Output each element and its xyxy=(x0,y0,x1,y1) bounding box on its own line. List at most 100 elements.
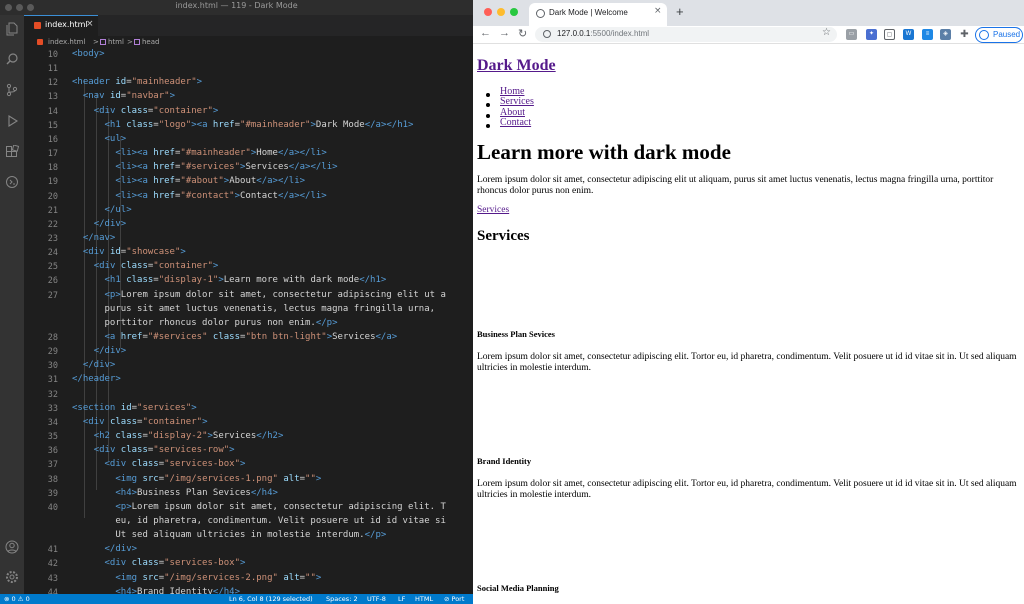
avatar xyxy=(979,30,989,40)
code-line[interactable]: <li><a href="#contact">Contact</a></li> xyxy=(72,191,326,201)
new-tab-button[interactable]: + xyxy=(676,4,684,19)
code-line[interactable]: <nav id="navbar"> xyxy=(72,91,175,101)
code-line[interactable]: eu, id pharetra, condimentum. Velit posu… xyxy=(72,516,446,526)
services-link-button[interactable]: Services xyxy=(477,205,509,215)
code-line[interactable]: <body> xyxy=(72,49,105,59)
code-line[interactable]: </header> xyxy=(72,374,121,384)
problems-indicator[interactable]: ⊗ 0 ⚠ 0 xyxy=(4,595,30,603)
code-line[interactable]: <div class="container"> xyxy=(72,106,219,116)
line-number: 10 xyxy=(47,50,58,60)
address-bar[interactable]: 127.0.0.1:5500/index.html ☆ xyxy=(535,27,837,42)
browser-zoom-button[interactable] xyxy=(510,8,518,16)
extension-capture-icon[interactable]: ▢ xyxy=(884,29,895,40)
editor-tab-bar: index.html × xyxy=(24,15,473,36)
extensions-icon[interactable] xyxy=(5,145,19,159)
line-number: 20 xyxy=(47,191,58,202)
line-number: 19 xyxy=(47,177,58,188)
breadcrumb-item-html[interactable]: html xyxy=(108,38,124,46)
run-debug-icon[interactable] xyxy=(5,114,19,128)
search-icon[interactable] xyxy=(5,52,19,66)
extension-word-icon[interactable]: W xyxy=(903,29,914,40)
indentation-setting[interactable]: Spaces: 2 xyxy=(326,595,358,603)
code-line[interactable]: <img src="/img/services-1.png" alt=""> xyxy=(72,474,321,484)
code-area[interactable]: 10 <body> 11 12 <header id="mainheader"> 13 <… xyxy=(24,49,473,594)
code-line[interactable]: <ul> xyxy=(72,134,127,144)
code-line[interactable]: <h4>Business Plan Sevices</h4> xyxy=(72,488,278,498)
tab-close-icon[interactable]: × xyxy=(654,6,662,16)
site-logo-link[interactable]: Dark Mode xyxy=(477,57,556,75)
settings-gear-icon[interactable] xyxy=(5,570,19,584)
code-line[interactable]: </div> xyxy=(72,219,127,229)
extension-translate-icon[interactable]: ✦ xyxy=(866,29,877,40)
browser-tab-active[interactable]: Dark Mode | Welcome × xyxy=(529,3,667,26)
nav-link-contact[interactable]: Contact xyxy=(500,117,531,128)
code-line[interactable]: <h2 class="display-2">Services</h2> xyxy=(72,431,284,441)
source-control-icon[interactable] xyxy=(5,83,19,97)
browser-minimize-button[interactable] xyxy=(497,8,505,16)
browser-close-button[interactable] xyxy=(484,8,492,16)
code-line[interactable]: <div id="showcase"> xyxy=(72,247,186,257)
forward-arrow-icon[interactable]: → xyxy=(499,27,510,39)
code-line[interactable]: <h1 class="logo"><a href="#mainheader">D… xyxy=(72,120,414,130)
services-heading: Services xyxy=(477,228,530,244)
code-line[interactable]: </ul> xyxy=(72,205,132,215)
element-icon xyxy=(100,39,106,45)
code-line[interactable]: </nav> xyxy=(72,233,116,243)
reload-icon[interactable]: ↻ xyxy=(518,27,527,40)
tab-index-html[interactable]: index.html × xyxy=(24,15,98,36)
cursor-position[interactable]: Ln 6, Col 8 (129 selected) xyxy=(229,595,313,603)
code-line[interactable]: <h4>Brand Identity</h4> xyxy=(72,587,240,594)
service-title: Social Media Planning xyxy=(477,583,559,593)
code-line[interactable]: </div> xyxy=(72,346,127,356)
language-mode[interactable]: HTML xyxy=(415,595,433,603)
code-line[interactable]: </div> xyxy=(72,544,138,554)
back-arrow-icon[interactable]: ← xyxy=(480,27,491,39)
code-line[interactable]: <li><a href="#services">Services</a></li… xyxy=(72,162,337,172)
breadcrumb-separator: > xyxy=(127,38,133,46)
code-line[interactable]: <div class="container"> xyxy=(72,417,208,427)
extension-edit-icon[interactable]: ≡ xyxy=(922,29,933,40)
eol-setting[interactable]: LF xyxy=(398,595,405,603)
code-line[interactable]: <div class="services-box"> xyxy=(72,459,246,469)
code-line[interactable]: <li><a href="#about">About</a></li> xyxy=(72,176,305,186)
profile-paused-button[interactable]: Paused xyxy=(975,27,1023,43)
code-line[interactable]: <div class="services-box"> xyxy=(72,558,246,568)
browser-tab-strip: Dark Mode | Welcome × + xyxy=(473,0,1024,26)
html-file-icon xyxy=(37,39,43,45)
code-line[interactable]: <section id="services"> xyxy=(72,403,197,413)
code-line[interactable]: <p>Lorem ipsum dolor sit amet, consectet… xyxy=(72,290,446,300)
browser-window: Dark Mode | Welcome × + ← → ↻ 127.0.0.1:… xyxy=(473,0,1024,604)
live-server-port[interactable]: ⊘ Port xyxy=(444,595,464,603)
code-line[interactable]: </div> xyxy=(72,360,116,370)
browser-toolbar: ← → ↻ 127.0.0.1:5500/index.html ☆ ▭ ✦ ▢ … xyxy=(473,26,1024,44)
extensions-puzzle-icon[interactable]: ✚ xyxy=(959,29,970,40)
code-line[interactable]: purus sit amet luctus venenatis, lectus … xyxy=(72,304,436,314)
line-number: 22 xyxy=(47,219,58,230)
nav-link-services[interactable]: Services xyxy=(500,96,534,107)
code-line[interactable]: <img src="/img/services-2.png" alt=""> xyxy=(72,573,321,583)
code-line[interactable]: <div class="services-row"> xyxy=(72,445,235,455)
account-icon[interactable] xyxy=(5,540,19,554)
remote-explorer-icon[interactable] xyxy=(5,175,19,189)
tab-close-icon[interactable]: × xyxy=(86,19,94,29)
code-line[interactable]: <header id="mainheader"> xyxy=(72,77,202,87)
bookmark-star-icon[interactable]: ☆ xyxy=(822,27,831,38)
code-line[interactable]: Ut sed aliquam ultricies in molestie int… xyxy=(72,530,386,540)
explorer-icon[interactable] xyxy=(5,22,19,36)
editor-title-bar: index.html — 119 - Dark Mode xyxy=(0,0,473,15)
code-line[interactable]: <a href="#services" class="btn btn-light… xyxy=(72,332,398,342)
breadcrumb-item-file[interactable]: index.html xyxy=(48,38,85,46)
code-line[interactable]: <li><a href="#mainheader">Home</a></li> xyxy=(72,148,326,158)
code-line[interactable]: <p>Lorem ipsum dolor sit amet, consectet… xyxy=(72,502,446,512)
code-line[interactable]: <h1 class="display-1">Learn more with da… xyxy=(72,275,387,285)
extension-reader-icon[interactable]: ▭ xyxy=(846,29,857,40)
encoding-setting[interactable]: UTF-8 xyxy=(367,595,386,603)
breadcrumb: index.html > html > head xyxy=(24,36,473,49)
breadcrumb-item-head[interactable]: head xyxy=(142,38,159,46)
line-number: 23 xyxy=(47,233,58,244)
extension-tools-icon[interactable]: ◈ xyxy=(940,29,951,40)
code-line[interactable]: porttitor rhoncus dolor purus non enim.<… xyxy=(72,318,338,328)
site-info-icon[interactable] xyxy=(543,30,551,38)
url-text: 127.0.0.1:5500/index.html xyxy=(557,29,650,38)
code-line[interactable]: <div class="container"> xyxy=(72,261,219,271)
